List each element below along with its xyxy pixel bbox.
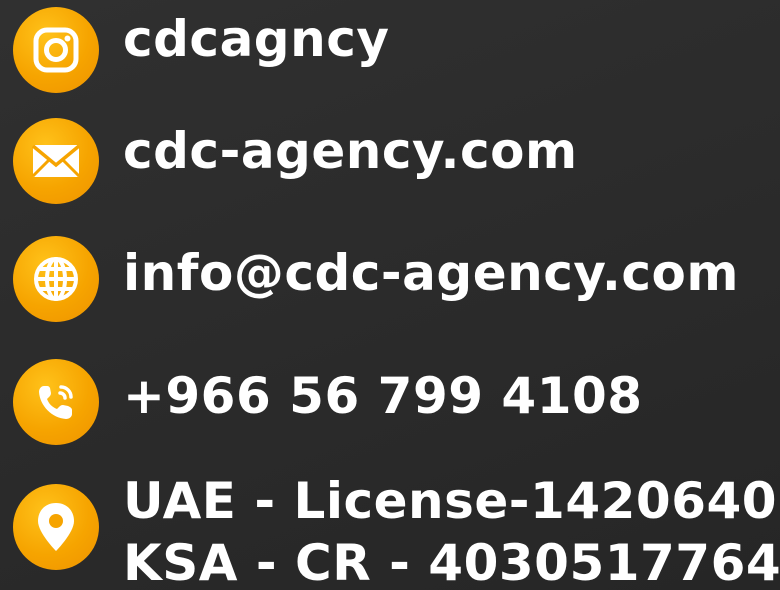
phone-number[interactable]: +966 56 799 4108 <box>123 367 643 425</box>
ksa-cr: KSA - CR - 4030517764 <box>123 534 780 590</box>
phone-badge[interactable] <box>13 359 99 445</box>
email-badge[interactable] <box>13 236 99 322</box>
uae-license: UAE - License-1420640 <box>123 472 778 530</box>
location-pin-icon <box>38 503 74 551</box>
email-link[interactable]: info@cdc-agency.com <box>123 244 739 302</box>
location-badge <box>13 484 99 570</box>
instagram-handle[interactable]: cdcagncy <box>123 10 389 68</box>
website-badge[interactable] <box>13 118 99 204</box>
phone-icon <box>39 385 73 419</box>
globe-icon <box>34 257 78 301</box>
mail-icon <box>31 144 81 178</box>
instagram-badge[interactable] <box>13 7 99 93</box>
license-info: UAE - License-1420640 KSA - CR - 4030517… <box>123 470 780 590</box>
website-link[interactable]: cdc-agency.com <box>123 122 578 180</box>
instagram-icon <box>33 27 79 73</box>
